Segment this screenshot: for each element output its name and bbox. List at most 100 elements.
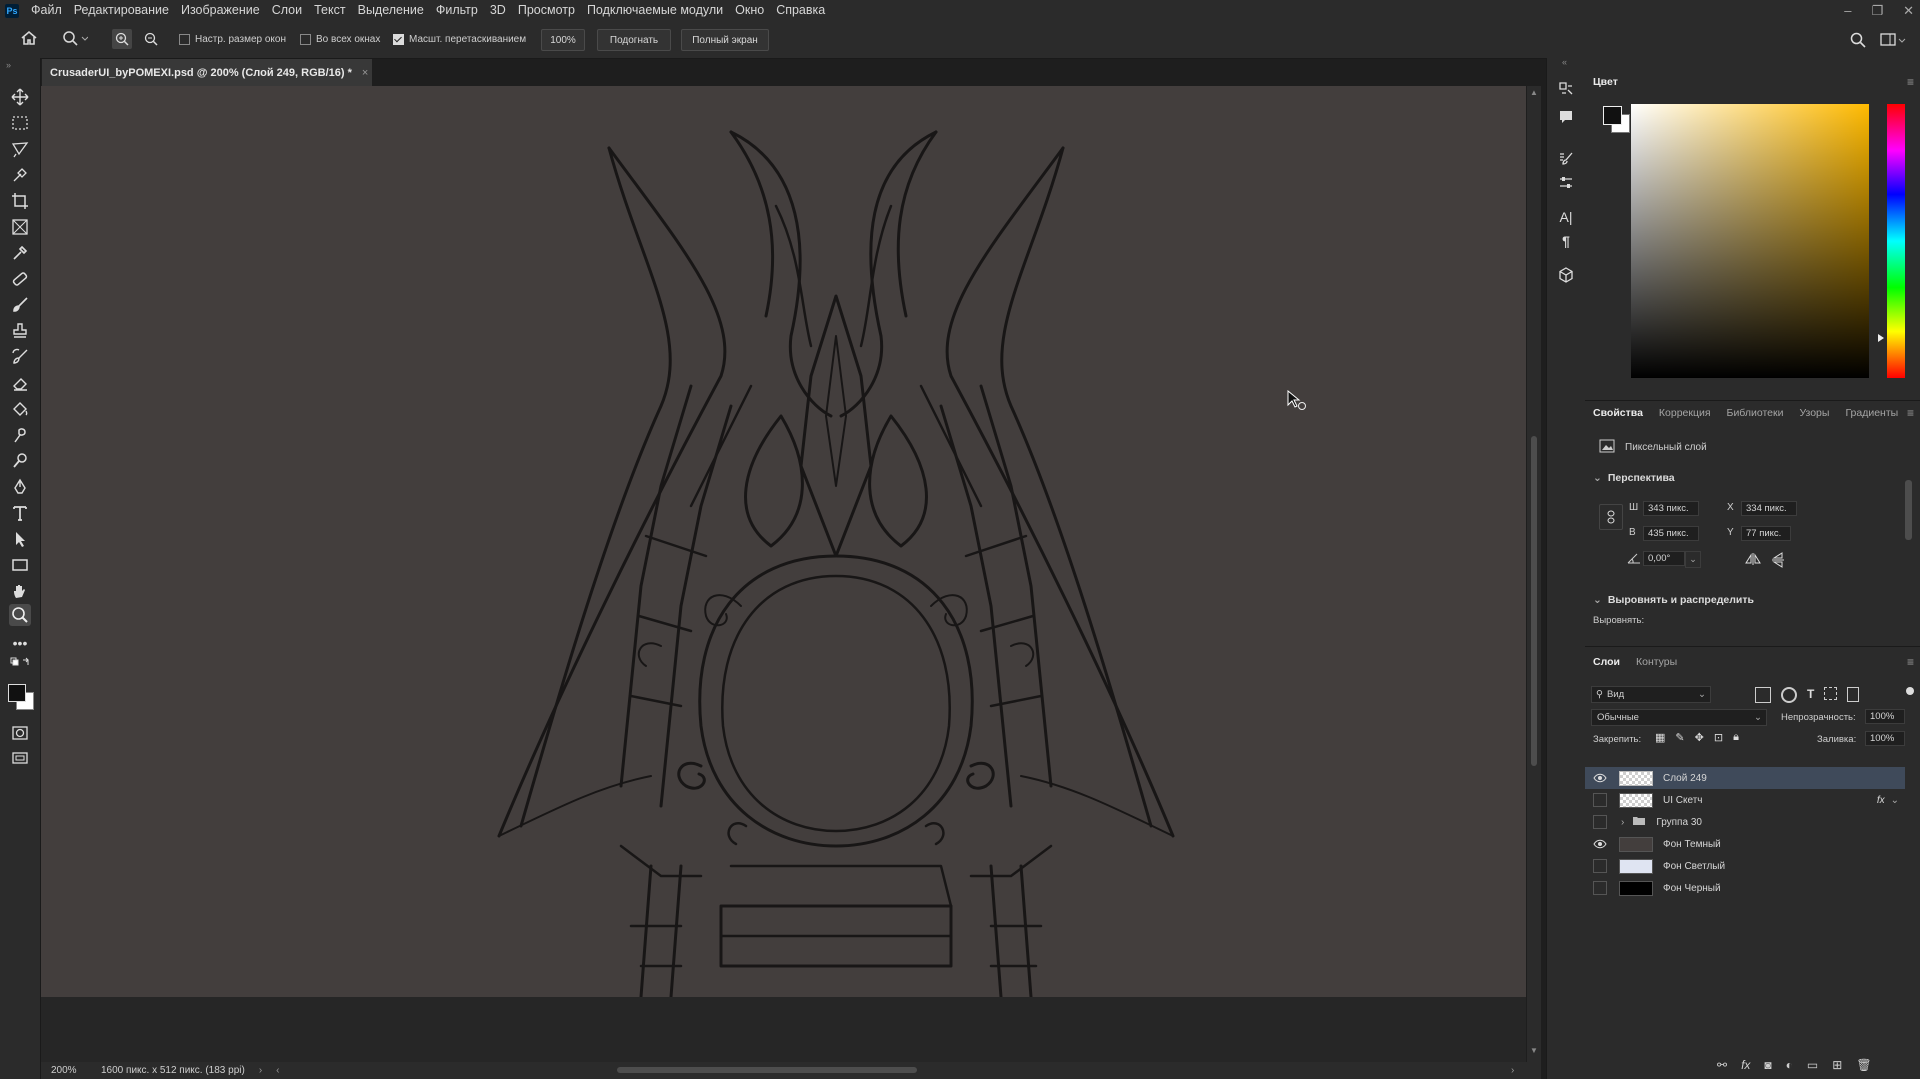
visibility-toggle[interactable] — [1591, 791, 1609, 809]
height-field[interactable]: 435 пикс. — [1643, 526, 1699, 541]
color-picker-field[interactable] — [1631, 104, 1869, 378]
menu-select[interactable]: Выделение — [352, 0, 430, 21]
scroll-up-icon[interactable]: ▲ — [1530, 88, 1538, 97]
visibility-toggle[interactable] — [1591, 857, 1609, 875]
eraser-tool-icon[interactable] — [9, 372, 31, 394]
search-icon[interactable] — [1850, 32, 1866, 51]
layer-name[interactable]: Группа 30 — [1656, 817, 1702, 828]
layer-effects-icon[interactable]: fx — [1877, 795, 1885, 806]
frame-tool-icon[interactable] — [9, 216, 31, 238]
all-windows-checkbox[interactable] — [300, 34, 311, 45]
vertical-scroll-thumb[interactable] — [1531, 436, 1537, 766]
x-field[interactable]: 334 пикс. — [1741, 501, 1797, 516]
close-tab-icon[interactable]: × — [362, 67, 368, 79]
3d-panel-icon[interactable] — [1557, 266, 1575, 284]
menu-layer[interactable]: Слои — [266, 0, 308, 21]
lock-artboard-icon[interactable]: ⊡ — [1714, 731, 1723, 744]
tab-layers[interactable]: Слои — [1585, 650, 1628, 674]
new-layer-icon[interactable]: ⊞ — [1832, 1058, 1842, 1072]
horizontal-scroll-thumb[interactable] — [617, 1067, 917, 1073]
tab-patterns[interactable]: Узоры — [1791, 401, 1837, 425]
tab-paths[interactable]: Контуры — [1628, 650, 1685, 674]
scroll-left-icon[interactable]: ‹ — [276, 1065, 279, 1076]
layer-row[interactable]: Фон Черный — [1585, 877, 1905, 899]
paragraph-panel-icon[interactable]: ¶ — [1557, 232, 1575, 250]
link-layers-icon[interactable]: ⚯ — [1717, 1058, 1727, 1072]
menu-help[interactable]: Справка — [770, 0, 831, 21]
adjustments-panel-icon[interactable] — [1557, 174, 1575, 192]
add-mask-icon[interactable]: ◙ — [1764, 1058, 1771, 1072]
layer-row[interactable]: UI Скетч fx ⌄ — [1585, 789, 1905, 811]
menu-3d[interactable]: 3D — [484, 0, 512, 21]
opacity-field[interactable]: 100% — [1865, 709, 1905, 724]
layer-row[interactable]: Фон Светлый — [1585, 855, 1905, 877]
rectangle-tool-icon[interactable] — [9, 554, 31, 576]
hue-slider[interactable] — [1887, 104, 1905, 378]
add-style-icon[interactable]: fx — [1741, 1058, 1750, 1072]
healing-brush-tool-icon[interactable] — [9, 268, 31, 290]
hand-tool-icon[interactable] — [9, 580, 31, 602]
object-select-tool-icon[interactable] — [9, 164, 31, 186]
move-tool-icon[interactable] — [9, 86, 31, 108]
pen-tool-icon[interactable] — [9, 476, 31, 498]
tab-adjustments[interactable]: Коррекция — [1651, 401, 1719, 425]
layer-name[interactable]: Слой 249 — [1663, 773, 1707, 784]
layer-name[interactable]: UI Скетч — [1663, 795, 1703, 806]
lock-all-icon[interactable]: 🔒︎ — [1733, 731, 1739, 744]
chevron-down-icon[interactable]: ⌄ — [1891, 795, 1899, 806]
angle-field[interactable]: 0,00° — [1643, 551, 1685, 566]
tab-color[interactable]: Цвет — [1585, 70, 1626, 94]
type-tool-icon[interactable] — [9, 502, 31, 524]
tab-properties[interactable]: Свойства — [1585, 401, 1651, 425]
align-section-header[interactable]: ⌄ Выровнять и распределить — [1593, 594, 1754, 606]
link-dimensions-icon[interactable] — [1599, 504, 1623, 530]
brush-settings-panel-icon[interactable] — [1557, 150, 1575, 168]
visibility-toggle[interactable] — [1591, 879, 1609, 897]
minimize-icon[interactable]: – — [1844, 0, 1851, 21]
more-tools-icon[interactable]: ••• — [9, 632, 31, 654]
comments-panel-icon[interactable] — [1557, 108, 1575, 126]
lock-transparency-icon[interactable]: ▦ — [1655, 731, 1665, 744]
new-group-icon[interactable]: ▭ — [1807, 1058, 1818, 1072]
filter-smart-object-icon[interactable] — [1847, 687, 1860, 702]
layer-filter-select[interactable]: ⚲ Вид ⌄ — [1591, 686, 1711, 703]
menu-edit[interactable]: Редактирование — [68, 0, 175, 21]
filter-pixel-icon[interactable] — [1755, 687, 1771, 703]
status-menu-icon[interactable]: › — [259, 1065, 262, 1076]
layer-name[interactable]: Фон Темный — [1663, 839, 1721, 850]
path-selection-tool-icon[interactable] — [9, 528, 31, 550]
collapse-toolbar-icon[interactable]: » — [6, 60, 11, 70]
flip-horizontal-icon[interactable] — [1745, 552, 1761, 569]
layer-name[interactable]: Фон Светлый — [1663, 861, 1725, 872]
layer-row[interactable]: › Группа 30 — [1585, 811, 1905, 833]
history-brush-tool-icon[interactable] — [9, 346, 31, 368]
dodge-tool-icon[interactable] — [9, 450, 31, 472]
angle-dropdown-icon[interactable]: ⌄ — [1685, 551, 1701, 568]
fill-field[interactable]: 100% — [1865, 731, 1905, 746]
properties-scroll-thumb[interactable] — [1905, 480, 1912, 540]
quick-mask-icon[interactable] — [9, 722, 31, 744]
visibility-toggle[interactable] — [1591, 813, 1609, 831]
transform-section-header[interactable]: ⌄ Перспектива — [1593, 472, 1675, 484]
layer-row[interactable]: Слой 249 — [1585, 767, 1905, 789]
eyedropper-tool-icon[interactable] — [9, 242, 31, 264]
scrubby-zoom-checkbox[interactable] — [393, 34, 404, 45]
menu-type[interactable]: Текст — [308, 0, 351, 21]
screen-mode-icon[interactable] — [9, 748, 31, 770]
history-panel-icon[interactable] — [1557, 80, 1575, 98]
flip-vertical-icon[interactable] — [1771, 552, 1785, 571]
default-colors-icon[interactable] — [9, 656, 31, 670]
tab-libraries[interactable]: Библиотеки — [1719, 401, 1792, 425]
new-adjustment-icon[interactable]: ◐ — [1786, 1058, 1793, 1072]
layer-name[interactable]: Фон Черный — [1663, 883, 1721, 894]
layer-row[interactable]: Фон Темный — [1585, 833, 1905, 855]
home-icon[interactable] — [20, 30, 38, 49]
menu-image[interactable]: Изображение — [175, 0, 266, 21]
filter-toggle-icon[interactable] — [1906, 687, 1914, 695]
workspace-icon[interactable] — [1880, 32, 1906, 51]
zoom-level[interactable]: 200% — [51, 1065, 91, 1076]
fill-screen-button[interactable]: Полный экран — [681, 29, 769, 51]
filter-shape-icon[interactable] — [1824, 687, 1838, 700]
color-panel-menu-icon[interactable]: ≡ — [1907, 75, 1914, 89]
stamp-tool-icon[interactable] — [9, 320, 31, 342]
